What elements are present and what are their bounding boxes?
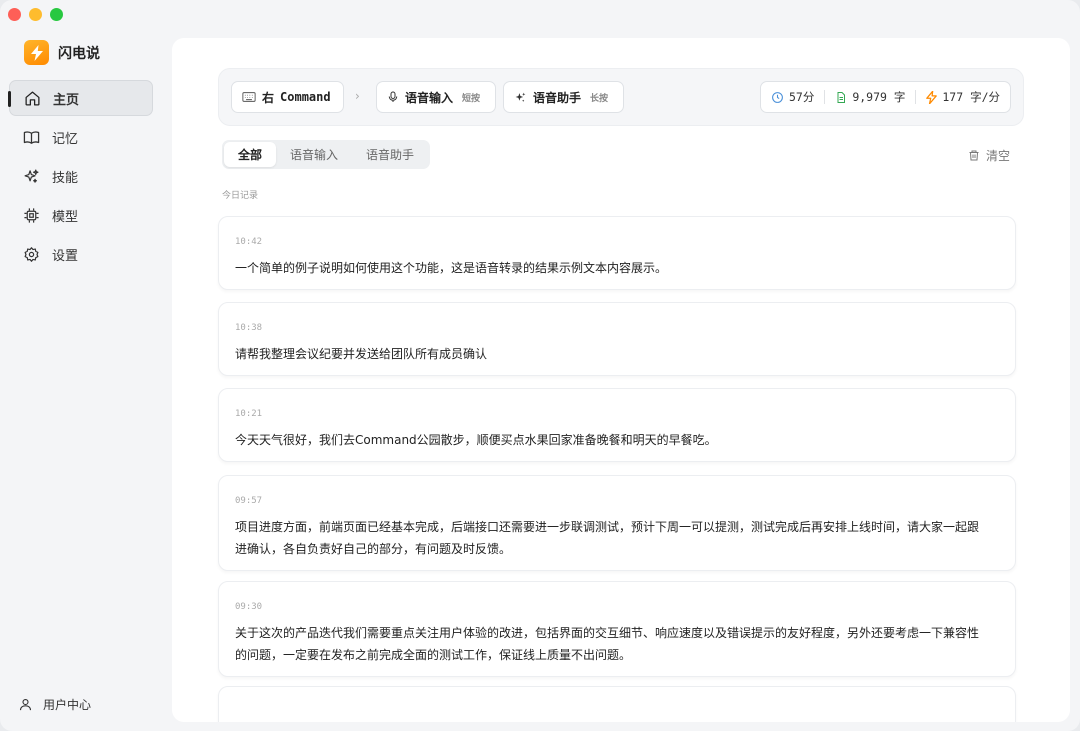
stat-duration: 57分 [771, 89, 814, 105]
sidebar-item-memory[interactable]: 记忆 [9, 119, 153, 155]
sidebar-item-skills[interactable]: 技能 [9, 158, 153, 194]
cpu-icon [24, 207, 39, 223]
document-icon [837, 91, 846, 103]
filter-tabs: 全部 语音输入 语音助手 [222, 140, 431, 169]
main-panel: 右 Command › 语音输入 短按 语音助手 长按 57分 9,979 字 … [172, 38, 1070, 722]
shortcut-key-name: Command [280, 90, 331, 104]
entry-text: 项目进度方面，前端页面已经基本完成，后端接口还需要进一步联调测试，预计下周一可以… [235, 520, 980, 556]
stat-speed-value: 177 字/分 [942, 90, 1000, 104]
lightning-icon [926, 90, 938, 104]
user-icon [19, 698, 32, 711]
stat-characters-value: 9,979 字 [852, 90, 906, 104]
voice-assistant-mode[interactable]: 语音助手 长按 [503, 81, 624, 113]
history-entry[interactable]: 09:30 关于这次的产品迭代我们需要重点关注用户体验的改进，包括界面的交互细节… [218, 581, 1016, 677]
shortcut-bar: 右 Command › 语音输入 短按 语音助手 长按 57分 9,979 字 … [218, 68, 1024, 126]
keyboard-icon [242, 92, 256, 102]
shortcut-key-side: 右 [262, 90, 275, 105]
entry-time: 09:30 [235, 602, 263, 612]
sidebar-item-settings[interactable]: 设置 [9, 236, 153, 272]
sidebar-nav: 主页 记忆 技能 模型 设置 [8, 80, 153, 275]
voice-input-label: 语音输入 [405, 90, 454, 105]
user-center-label: 用户中心 [43, 698, 92, 712]
stat-characters: 9,979 字 [835, 89, 905, 105]
brand: 闪电说 [24, 40, 100, 65]
user-center-link[interactable]: 用户中心 [18, 696, 91, 713]
entry-text: 请帮我整理会议纪要并发送给团队所有成员确认 [235, 347, 488, 361]
trash-icon [969, 150, 979, 161]
section-label: 今日记录 [222, 191, 259, 201]
stat-speed: 177 字/分 [926, 89, 1000, 105]
microphone-icon [388, 91, 398, 102]
history-entry[interactable]: 10:38 请帮我整理会议纪要并发送给团队所有成员确认 [218, 302, 1016, 376]
sparkles-icon [515, 92, 526, 102]
sidebar-item-models[interactable]: 模型 [9, 197, 153, 233]
tab-all[interactable]: 全部 [224, 142, 277, 167]
sparkles-icon [24, 169, 39, 183]
voice-input-hint: 短按 [462, 93, 481, 104]
sidebar-item-label: 记忆 [52, 131, 79, 147]
sidebar-item-label: 设置 [52, 248, 79, 264]
entry-text: 关于这次的产品迭代我们需要重点关注用户体验的改进，包括界面的交互细节、响应速度以… [235, 626, 980, 662]
voice-assistant-hint: 长按 [590, 93, 609, 104]
stat-divider [915, 90, 917, 104]
entry-time: 10:42 [235, 237, 263, 247]
stat-divider [824, 90, 826, 104]
clear-label: 清空 [985, 149, 1010, 163]
tab-voice-assistant[interactable]: 语音助手 [352, 142, 428, 167]
book-icon [23, 130, 40, 144]
gear-icon [24, 246, 39, 262]
lightning-logo-icon [24, 40, 49, 65]
entry-text: 今天天气很好，我们去Command公园散步，顺便买点水果回家准备晚餐和明天的早餐… [235, 433, 717, 447]
history-entry[interactable]: 10:21 今天天气很好，我们去Command公园散步，顺便买点水果回家准备晚餐… [218, 388, 1016, 462]
history-entry[interactable]: 10:42 一个简单的例子说明如何使用这个功能，这是语音转录的结果示例文本内容展… [218, 216, 1016, 290]
voice-input-mode[interactable]: 语音输入 短按 [376, 81, 496, 113]
sidebar: 闪电说 主页 记忆 技能 模型 设置 用户中心 [0, 0, 170, 731]
usage-stats: 57分 9,979 字 177 字/分 [759, 81, 1011, 113]
entry-time: 09:57 [235, 496, 263, 506]
voice-assistant-label: 语音助手 [533, 90, 582, 105]
app-window: 闪电说 主页 记忆 技能 模型 设置 用户中心 右 Command › 语音输入… [0, 0, 1080, 731]
sidebar-item-label: 主页 [53, 92, 80, 108]
chevron-right-icon: › [355, 89, 360, 103]
entry-time: 10:38 [235, 323, 263, 333]
history-entry[interactable]: 09:57 项目进度方面，前端页面已经基本完成，后端接口还需要进一步联调测试，预… [218, 475, 1016, 571]
entry-time: 10:21 [235, 409, 263, 419]
shortcut-key-button[interactable]: 右 Command [231, 81, 344, 113]
stat-duration-value: 57分 [788, 90, 815, 104]
home-icon [25, 90, 40, 106]
clock-icon [772, 91, 783, 103]
tab-voice-input[interactable]: 语音输入 [276, 142, 352, 167]
history-entry[interactable] [218, 686, 1016, 722]
entry-text: 一个简单的例子说明如何使用这个功能，这是语音转录的结果示例文本内容展示。 [235, 261, 668, 275]
clear-button[interactable]: 清空 [968, 147, 1010, 164]
sidebar-item-home[interactable]: 主页 [8, 80, 153, 116]
sidebar-item-label: 技能 [52, 170, 79, 186]
sidebar-item-label: 模型 [52, 209, 79, 225]
app-name: 闪电说 [58, 45, 100, 62]
